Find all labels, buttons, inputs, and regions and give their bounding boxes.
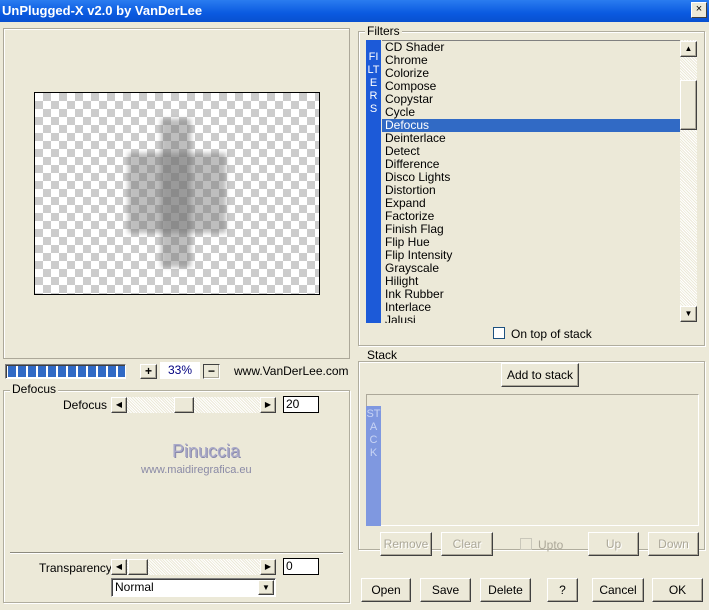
filters-strip: FILTERS xyxy=(366,40,381,323)
open-button[interactable]: Open xyxy=(361,578,411,602)
close-button[interactable]: × xyxy=(691,2,707,18)
filter-item[interactable]: Deinterlace xyxy=(382,132,681,145)
filters-list[interactable]: CD Shader Chrome Colorize Compose Copystar Cy… xyxy=(382,40,681,323)
separator xyxy=(10,552,343,554)
params-group-label: Defocus xyxy=(10,382,59,396)
transparency-slider[interactable]: ◀ ▶ xyxy=(111,559,276,575)
upto-checkbox[interactable] xyxy=(520,538,532,550)
transparency-value-input[interactable]: 0 xyxy=(283,558,319,575)
on-top-label: On top of stack xyxy=(511,327,592,341)
down-button[interactable]: Down xyxy=(648,532,699,556)
blend-mode-select[interactable]: Normal ▼ xyxy=(111,578,276,597)
watermark-url: www.maidiregrafica.eu xyxy=(141,464,252,476)
preview-shape xyxy=(128,153,226,233)
delete-button[interactable]: Delete xyxy=(480,578,531,602)
preview-canvas[interactable] xyxy=(34,92,320,295)
zoom-out-button[interactable]: − xyxy=(203,364,220,379)
defocus-label: Defocus xyxy=(63,398,108,412)
stack-list[interactable] xyxy=(366,394,699,526)
dropdown-arrow-icon[interactable]: ▼ xyxy=(258,580,274,595)
scrollbar-thumb[interactable] xyxy=(680,80,697,130)
clear-button[interactable]: Clear xyxy=(441,532,493,556)
transparency-label: Transparency xyxy=(39,561,112,575)
ok-button[interactable]: OK xyxy=(652,578,703,602)
filter-item[interactable]: Distortion xyxy=(382,184,681,197)
zoom-level: 33% xyxy=(160,362,200,379)
slider-left-arrow-icon[interactable]: ◀ xyxy=(111,559,127,575)
filter-item[interactable]: Interlace xyxy=(382,301,681,314)
defocus-slider-thumb[interactable] xyxy=(174,397,194,413)
title-bar: UnPlugged-X v2.0 by VanDerLee xyxy=(0,0,709,22)
watermark-name: Pinuccia xyxy=(172,441,241,461)
stack-group-label: Stack xyxy=(365,348,400,362)
slider-right-arrow-icon[interactable]: ▶ xyxy=(260,559,276,575)
window-title: UnPlugged-X v2.0 by VanDerLee xyxy=(2,3,203,18)
blend-mode-value: Normal xyxy=(115,580,154,594)
add-to-stack-button[interactable]: Add to stack xyxy=(501,363,579,387)
defocus-slider[interactable]: ◀ ▶ xyxy=(111,397,276,413)
stack-strip: STACK xyxy=(366,406,381,526)
cancel-button[interactable]: Cancel xyxy=(592,578,644,602)
remove-button[interactable]: Remove xyxy=(380,532,432,556)
filters-scrollbar[interactable]: ▲ ▼ xyxy=(680,40,697,322)
filter-item[interactable]: Grayscale xyxy=(382,262,681,275)
defocus-value-input[interactable]: 20 xyxy=(283,396,319,413)
save-button[interactable]: Save xyxy=(420,578,471,602)
slider-left-arrow-icon[interactable]: ◀ xyxy=(111,397,127,413)
progress-bar xyxy=(5,364,126,379)
help-button[interactable]: ? xyxy=(547,578,578,602)
scroll-down-icon[interactable]: ▼ xyxy=(680,306,697,322)
slider-right-arrow-icon[interactable]: ▶ xyxy=(260,397,276,413)
vanderlee-link[interactable]: www.VanDerLee.com xyxy=(234,364,349,378)
upto-label: Upto xyxy=(538,538,564,552)
filters-group-label: Filters xyxy=(365,24,402,38)
filter-item[interactable]: Jalusi xyxy=(382,314,681,324)
zoom-in-button[interactable]: + xyxy=(140,364,157,379)
scroll-up-icon[interactable]: ▲ xyxy=(680,41,697,57)
up-button[interactable]: Up xyxy=(588,532,639,556)
transparency-slider-thumb[interactable] xyxy=(128,559,148,575)
on-top-checkbox[interactable] xyxy=(493,327,505,339)
filter-item[interactable]: Copystar xyxy=(382,93,681,106)
